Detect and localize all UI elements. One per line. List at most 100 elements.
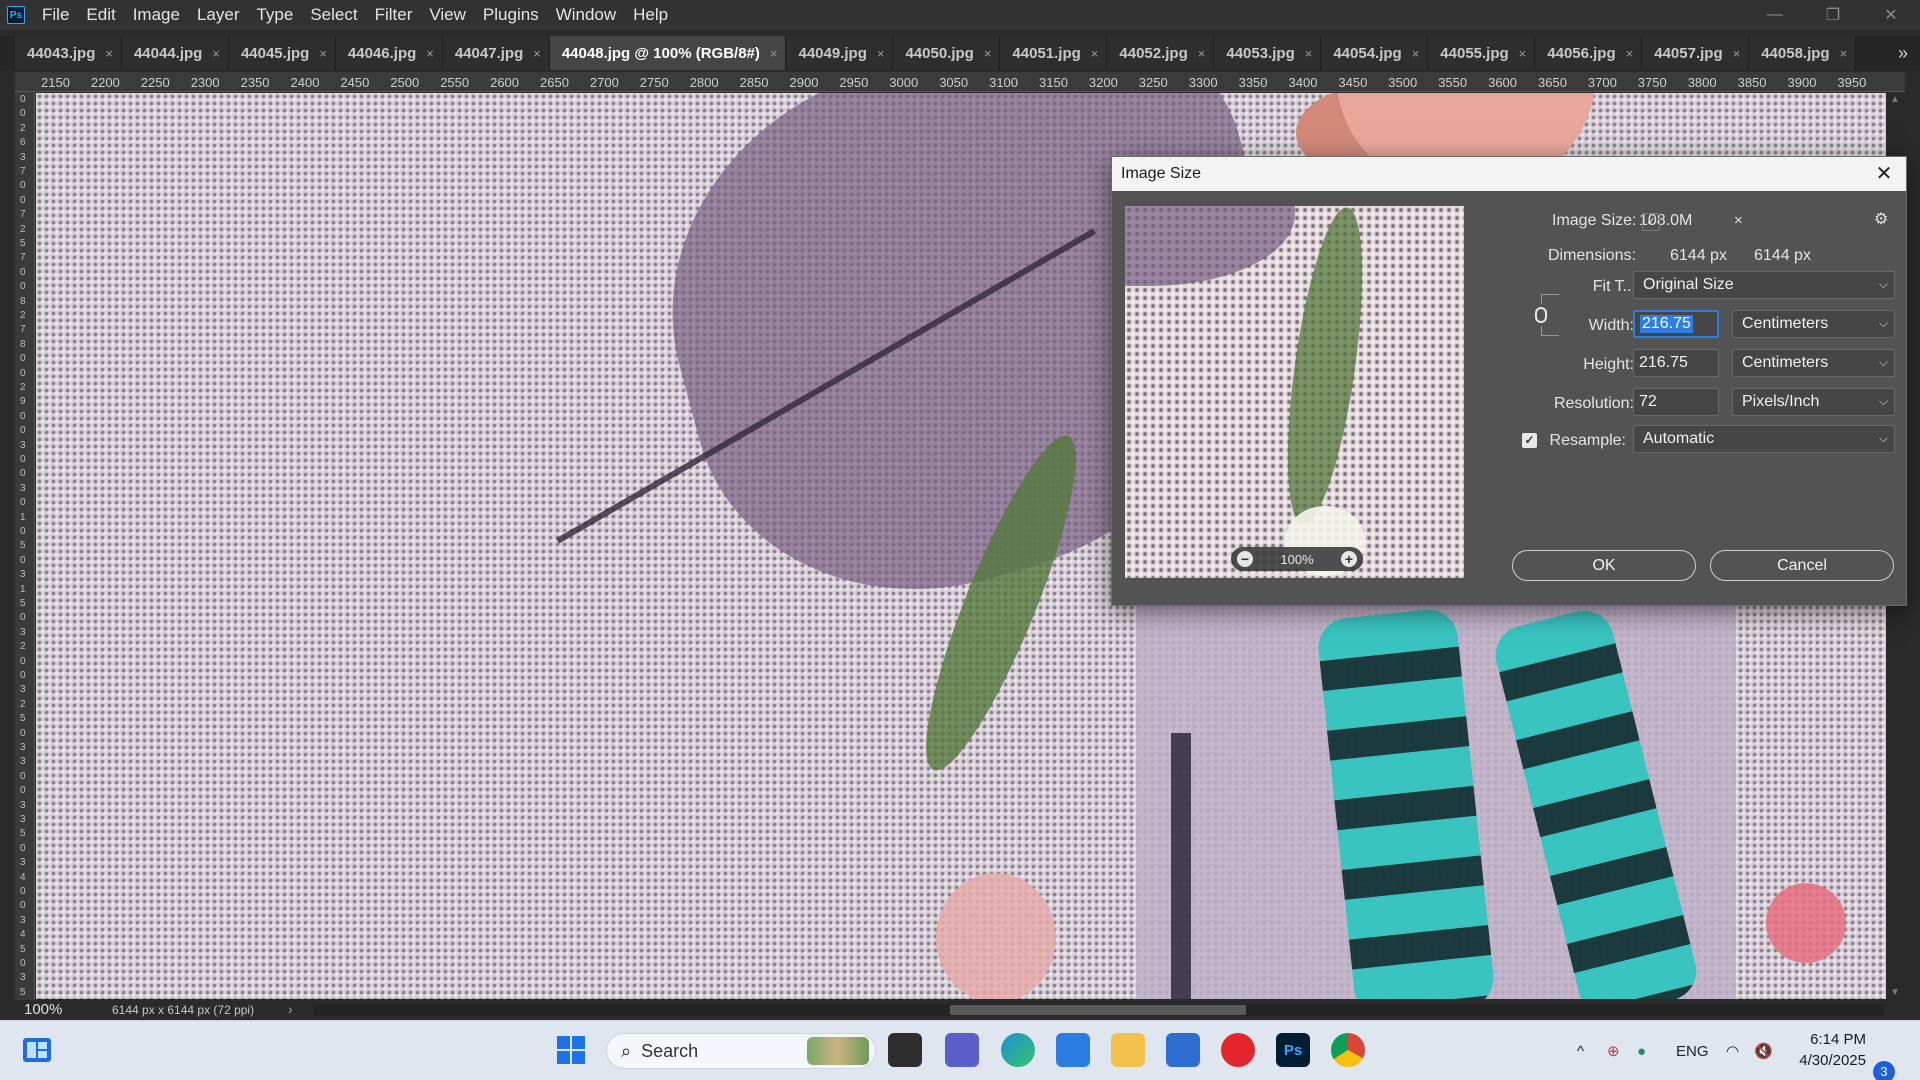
tab-close-icon[interactable]: × bbox=[1412, 46, 1420, 61]
menu-plugins[interactable]: Plugins bbox=[476, 0, 549, 30]
start-icon[interactable] bbox=[554, 1033, 588, 1067]
document-tab[interactable]: 44047.jpg × bbox=[442, 36, 550, 70]
horizontal-ruler[interactable]: 2150 2200 2250 2300 2350 2400 2450 2500 2550 2600… bbox=[15, 72, 1905, 92]
menu-window[interactable]: Window bbox=[549, 0, 626, 30]
constrain-proportions-link[interactable] bbox=[1533, 294, 1559, 336]
tab-close-icon[interactable]: × bbox=[105, 46, 113, 61]
gear-icon[interactable]: ⚙ bbox=[1874, 209, 1888, 229]
taskbar-search-box[interactable]: ⌕ Search bbox=[606, 1033, 876, 1069]
wifi-icon[interactable]: ◠ bbox=[1726, 1021, 1739, 1080]
zoom-in-icon[interactable]: + bbox=[1341, 551, 1357, 567]
opera-browser-icon[interactable] bbox=[1221, 1033, 1255, 1067]
close-window-button[interactable]: ✕ bbox=[1862, 0, 1920, 30]
scroll-up-icon[interactable]: ▲ bbox=[1890, 94, 1900, 105]
resample-dropdown[interactable]: Automatic ⌵ bbox=[1633, 425, 1895, 453]
cancel-button[interactable]: Cancel bbox=[1710, 550, 1894, 581]
document-tab[interactable]: 44057.jpg × bbox=[1642, 36, 1750, 70]
horizontal-scrollbar[interactable] bbox=[314, 1004, 1884, 1016]
tray-chevron-icon[interactable]: ^ bbox=[1577, 1021, 1584, 1080]
tab-close-icon[interactable]: × bbox=[1091, 46, 1099, 61]
microsoft-store-icon[interactable] bbox=[1166, 1033, 1200, 1067]
tab-overflow-icon[interactable]: » bbox=[1898, 36, 1908, 70]
minimize-button[interactable]: — bbox=[1746, 0, 1804, 30]
document-tab[interactable]: 44051.jpg × bbox=[1000, 36, 1108, 70]
menu-image[interactable]: Image bbox=[126, 0, 190, 30]
zoom-level[interactable]: 100% bbox=[24, 1001, 62, 1018]
vpn-icon[interactable]: ⊕ bbox=[1607, 1021, 1620, 1080]
photoshop-logo-icon[interactable]: Ps bbox=[7, 6, 25, 24]
ruler-digit: 2 bbox=[20, 223, 26, 235]
document-tab[interactable]: 44049.jpg × bbox=[786, 36, 894, 70]
menu-file[interactable]: File bbox=[35, 0, 79, 30]
image-preview[interactable]: − 100% + bbox=[1125, 206, 1464, 578]
document-tab[interactable]: 44043.jpg × bbox=[15, 36, 122, 70]
language-indicator[interactable]: ENG bbox=[1676, 1021, 1709, 1080]
ruler-digit: 2 bbox=[20, 698, 26, 710]
document-tab[interactable]: 44048.jpg @ 100% (RGB/8#) × bbox=[549, 36, 787, 70]
menu-help[interactable]: Help bbox=[626, 0, 678, 30]
volume-icon[interactable]: 🔇 bbox=[1754, 1021, 1773, 1080]
menu-filter[interactable]: Filter bbox=[368, 0, 423, 30]
menu-select[interactable]: Select bbox=[303, 0, 367, 30]
document-tab[interactable]: 44054.jpg × bbox=[1321, 36, 1429, 70]
tab-close-icon[interactable]: × bbox=[212, 46, 220, 61]
ruler-tick-label: 2200 bbox=[90, 75, 120, 90]
document-tab[interactable]: 44050.jpg × bbox=[893, 36, 1001, 70]
globe-icon[interactable]: ● bbox=[1637, 1021, 1646, 1080]
tab-close-icon[interactable]: × bbox=[1198, 46, 1206, 61]
tab-close-icon[interactable]: × bbox=[1840, 46, 1848, 61]
chrome-browser-icon[interactable] bbox=[1331, 1033, 1365, 1067]
restore-button[interactable]: ❐ bbox=[1804, 0, 1862, 30]
menu-type[interactable]: Type bbox=[249, 0, 303, 30]
zoom-out-icon[interactable]: − bbox=[1237, 551, 1253, 567]
photoshop-taskbar-icon[interactable]: Ps bbox=[1276, 1033, 1310, 1067]
edge-browser-icon[interactable] bbox=[1001, 1033, 1035, 1067]
height-unit-dropdown[interactable]: Centimeters ⌵ bbox=[1732, 349, 1895, 377]
document-tab[interactable]: 44053.jpg × bbox=[1214, 36, 1322, 70]
document-tab[interactable]: 44056.jpg × bbox=[1535, 36, 1643, 70]
vertical-ruler[interactable]: 0026370072570082780029003003010503150320… bbox=[15, 92, 35, 1000]
dialog-titlebar[interactable]: Image Size ✕ bbox=[1112, 157, 1906, 191]
document-tab[interactable]: 44055.jpg × bbox=[1428, 36, 1536, 70]
dialog-close-icon[interactable]: ✕ bbox=[1872, 162, 1896, 186]
menu-view[interactable]: View bbox=[422, 0, 476, 30]
status-menu-arrow-icon[interactable]: › bbox=[288, 1001, 293, 1017]
resample-checkbox[interactable]: ✓ bbox=[1522, 433, 1537, 448]
document-tab[interactable]: 44058.jpg × bbox=[1749, 36, 1857, 70]
clock-time[interactable]: 6:14 PM bbox=[1796, 1031, 1866, 1048]
document-tab[interactable]: 44052.jpg × bbox=[1107, 36, 1215, 70]
task-view-icon[interactable] bbox=[888, 1033, 922, 1067]
tab-close-icon[interactable]: × bbox=[984, 46, 992, 61]
notification-badge[interactable]: 3 bbox=[1873, 1061, 1895, 1080]
dimensions-toggle-icon[interactable]: ✓ bbox=[1642, 213, 1660, 231]
fit-to-dropdown[interactable]: Original Size ⌵ bbox=[1633, 271, 1895, 299]
document-tab[interactable]: 44046.jpg × bbox=[335, 36, 443, 70]
resolution-input[interactable]: 72 bbox=[1633, 388, 1719, 416]
tab-close-icon[interactable]: × bbox=[1305, 46, 1313, 61]
tab-close-icon[interactable]: × bbox=[1626, 46, 1634, 61]
document-tab[interactable]: 44044.jpg × bbox=[121, 36, 229, 70]
tab-close-icon[interactable]: × bbox=[877, 46, 885, 61]
menu-layer[interactable]: Layer bbox=[190, 0, 250, 30]
document-tab[interactable]: 44045.jpg × bbox=[228, 36, 336, 70]
widgets-icon[interactable] bbox=[20, 1033, 54, 1067]
menu-edit[interactable]: Edit bbox=[79, 0, 125, 30]
tab-close-icon[interactable]: × bbox=[1519, 46, 1527, 61]
tab-close-icon[interactable]: × bbox=[426, 46, 434, 61]
tab-close-icon[interactable]: × bbox=[770, 46, 778, 61]
teams-meet-icon[interactable] bbox=[945, 1033, 979, 1067]
tab-close-icon[interactable]: × bbox=[533, 46, 541, 61]
clock-date[interactable]: 4/30/2025 bbox=[1796, 1052, 1866, 1069]
height-input[interactable]: 216.75 bbox=[1633, 349, 1719, 377]
file-explorer-icon[interactable] bbox=[1111, 1033, 1145, 1067]
tab-close-icon[interactable]: × bbox=[1733, 46, 1741, 61]
width-unit-dropdown[interactable]: Centimeters ⌵ bbox=[1732, 310, 1895, 338]
ok-button[interactable]: OK bbox=[1512, 550, 1696, 581]
snipping-tool-icon[interactable] bbox=[1056, 1033, 1090, 1067]
tab-close-icon[interactable]: × bbox=[319, 46, 327, 61]
resolution-unit-dropdown[interactable]: Pixels/Inch ⌵ bbox=[1732, 388, 1895, 416]
horizontal-scroll-thumb[interactable] bbox=[950, 1005, 1246, 1015]
chain-link-icon[interactable] bbox=[1535, 307, 1547, 323]
width-input[interactable]: 216.75 bbox=[1633, 310, 1719, 338]
scroll-down-icon[interactable]: ▼ bbox=[1890, 987, 1900, 998]
